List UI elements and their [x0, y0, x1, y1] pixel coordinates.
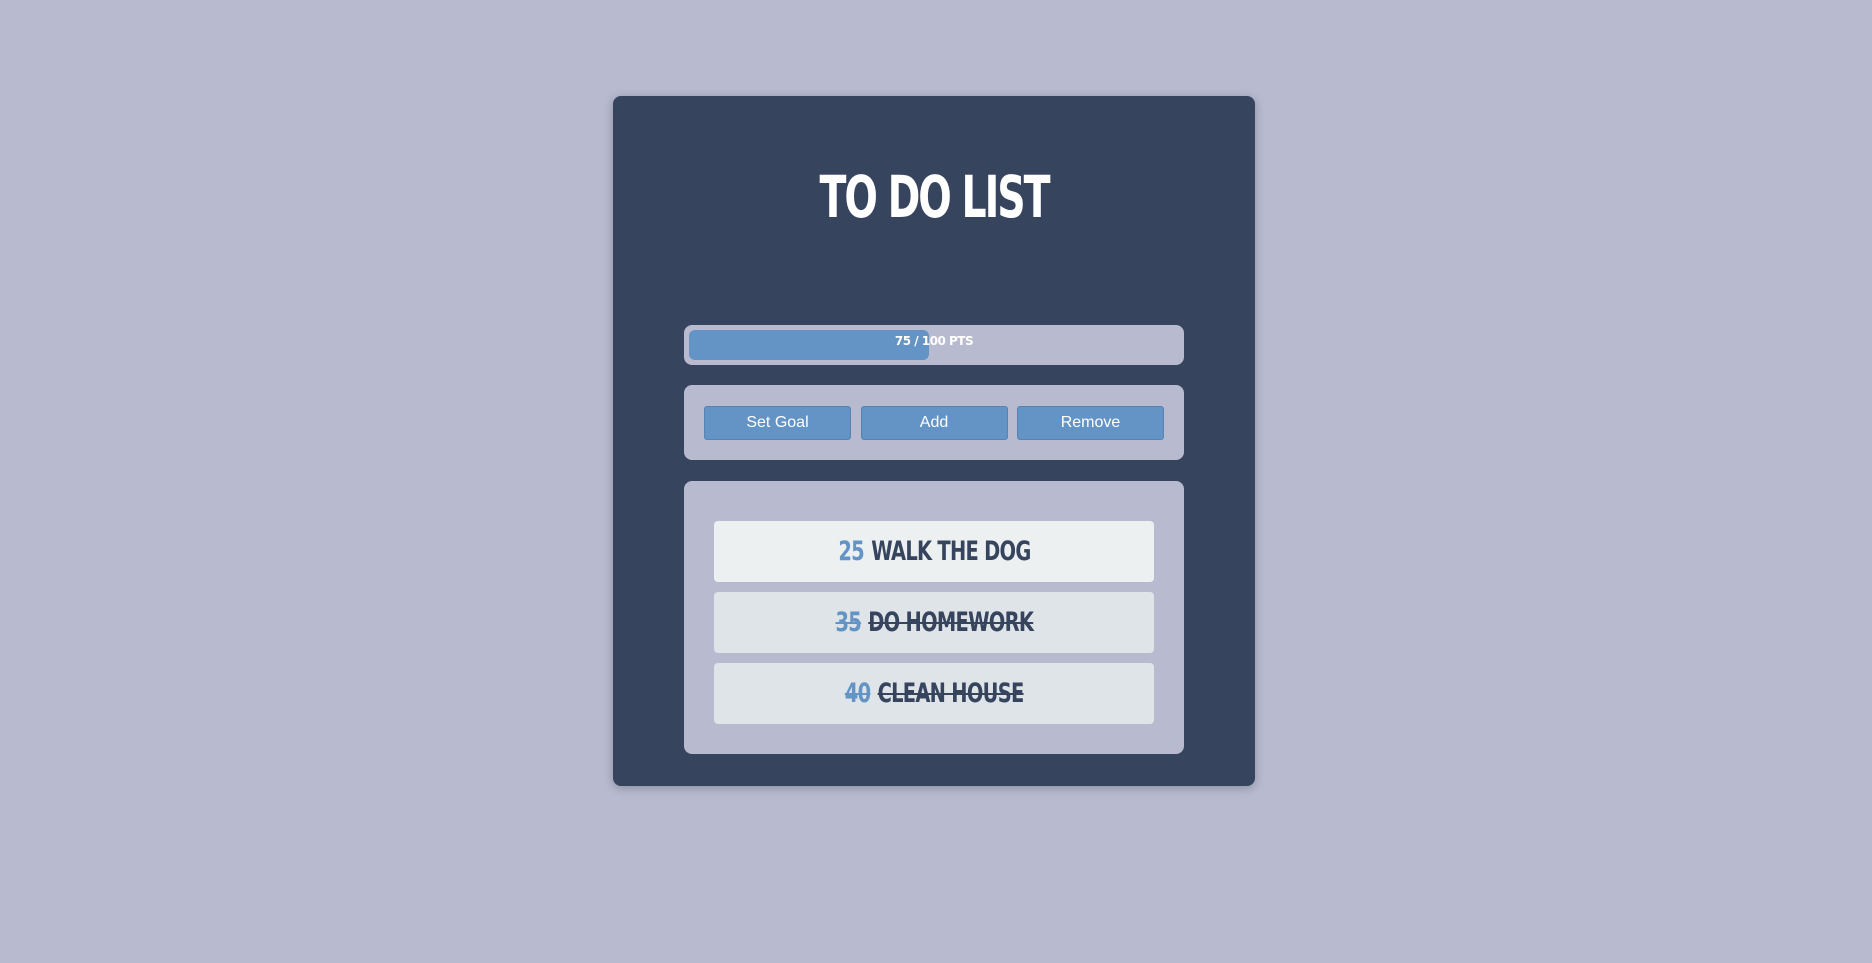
page-title: TO DO LIST [819, 163, 1051, 231]
task-name: WALK THE DOG [870, 536, 1031, 567]
task-item[interactable]: 35 DO HOMEWORK [714, 592, 1154, 653]
task-name: CLEAN HOUSE [877, 678, 1024, 709]
task-item[interactable]: 40 CLEAN HOUSE [714, 663, 1154, 724]
remove-button[interactable]: Remove [1017, 405, 1164, 440]
task-points: 35 [835, 607, 861, 638]
set-goal-button[interactable]: Set Goal [704, 405, 851, 440]
progress-label: 75 / 100 PTS [894, 334, 974, 348]
task-content: 35 DO HOMEWORK [835, 607, 1033, 638]
add-button[interactable]: Add [860, 405, 1008, 440]
todo-card: TO DO LIST 75 / 100 PTS Set Goal Add Rem… [613, 96, 1255, 786]
task-content: 25 WALK THE DOG [837, 536, 1031, 567]
task-list: 25 WALK THE DOG 35 DO HOMEWORK 40 CLEAN HOU… [684, 481, 1184, 754]
task-content: 40 CLEAN HOUSE [844, 678, 1025, 709]
task-points: 40 [844, 678, 871, 709]
task-name: DO HOMEWORK [867, 607, 1034, 638]
task-points: 25 [837, 536, 864, 567]
progress-bar: 75 / 100 PTS [684, 325, 1184, 365]
actions-bar: Set Goal Add Remove [684, 385, 1184, 460]
task-item[interactable]: 25 WALK THE DOG [714, 521, 1154, 582]
